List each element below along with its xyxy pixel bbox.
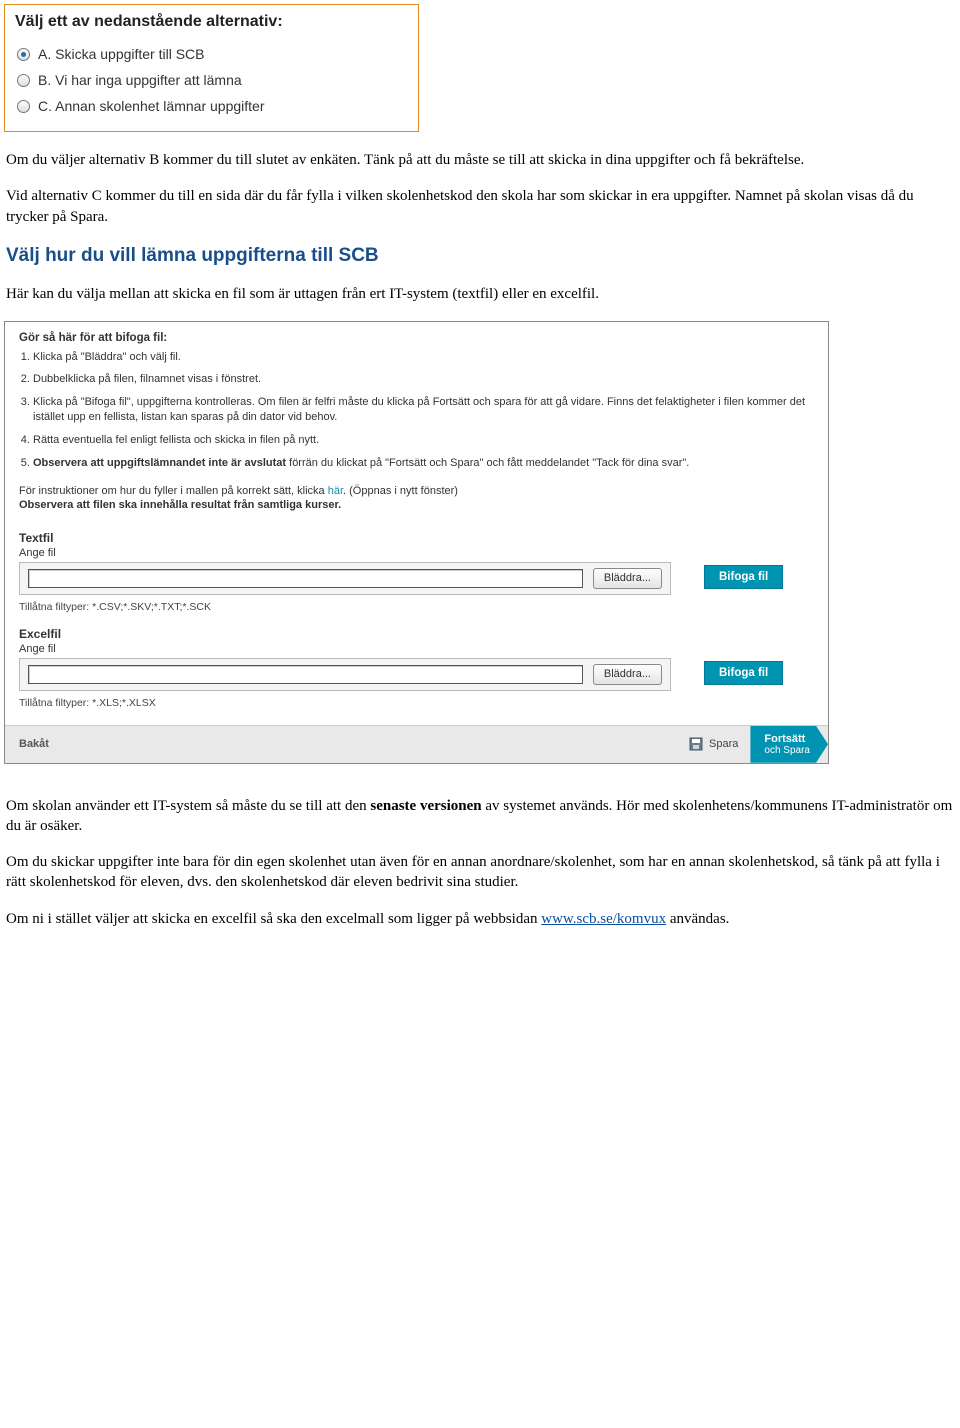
section-heading: Välj hur du vill lämna uppgifterna till …	[6, 243, 954, 269]
textfile-input[interactable]	[28, 569, 583, 588]
option-label: B. Vi har inga uppgifter att lämna	[38, 72, 242, 88]
option-label: C. Annan skolenhet lämnar uppgifter	[38, 98, 264, 114]
paragraph: Om skolan använder ett IT-system så måst…	[6, 796, 954, 837]
instruction-step: Dubbelklicka på filen, filnamnet visas i…	[33, 372, 814, 387]
instruction-step: Klicka på "Bifoga fil", uppgifterna kont…	[33, 395, 814, 425]
textfile-allowed-types: Tillåtna filtyper: *.CSV;*.SKV;*.TXT;*.S…	[19, 601, 814, 613]
instructions-note-bold: Observera att filen ska innehålla result…	[19, 499, 814, 511]
textfile-browse-button[interactable]: Bläddra...	[593, 568, 662, 589]
panel-footer: Bakåt Spara Fortsätt och Spara	[5, 725, 828, 763]
radio-icon	[17, 74, 30, 87]
option-a[interactable]: A. Skicka uppgifter till SCB	[15, 41, 408, 67]
attach-file-panel: Gör så här för att bifoga fil: Klicka på…	[4, 321, 829, 764]
continue-label-2: och Spara	[764, 745, 810, 756]
save-label: Spara	[709, 738, 738, 750]
textfile-label: Ange fil	[19, 547, 814, 559]
instructions-list: Klicka på "Bläddra" och välj fil. Dubbel…	[19, 350, 814, 471]
step5-bold: Observera att uppgiftslämnandet inte är …	[33, 457, 286, 469]
paragraph: Om du väljer alternativ B kommer du till…	[6, 150, 954, 170]
excelfile-label: Ange fil	[19, 643, 814, 655]
option-c[interactable]: C. Annan skolenhet lämnar uppgifter	[15, 93, 408, 119]
paragraph: Vid alternativ C kommer du till en sida …	[6, 186, 954, 227]
excelfile-attach-button[interactable]: Bifoga fil	[704, 661, 783, 685]
paragraph: Om du skickar uppgifter inte bara för di…	[6, 852, 954, 893]
instructions-hint-line: För instruktioner om hur du fyller i mal…	[19, 485, 814, 497]
excelfile-allowed-types: Tillåtna filtyper: *.XLS;*.XLSX	[19, 697, 814, 709]
instruction-step: Rätta eventuella fel enligt fellista och…	[33, 433, 814, 448]
radio-icon	[17, 48, 30, 61]
scb-link[interactable]: www.scb.se/komvux	[541, 911, 666, 927]
textfile-attach-button[interactable]: Bifoga fil	[704, 565, 783, 589]
continue-label-1: Fortsätt	[764, 733, 810, 745]
textfile-header: Textfil	[19, 531, 814, 545]
paragraph: Om ni i stället väljer att skicka en exc…	[6, 909, 954, 929]
alternatives-title: Välj ett av nedanstående alternativ:	[15, 13, 408, 31]
excelfile-input[interactable]	[28, 665, 583, 684]
alternatives-box: Välj ett av nedanstående alternativ: A. …	[4, 4, 419, 132]
excelfile-row: Bläddra...	[19, 658, 671, 691]
instructions-link[interactable]: här	[328, 485, 343, 497]
instructions-title: Gör så här för att bifoga fil:	[19, 332, 814, 344]
radio-icon	[17, 100, 30, 113]
excelfile-browse-button[interactable]: Bläddra...	[593, 664, 662, 685]
instruction-step: Observera att uppgiftslämnandet inte är …	[33, 456, 814, 471]
textfile-row: Bläddra...	[19, 562, 671, 595]
back-button[interactable]: Bakåt	[5, 726, 63, 763]
excelfile-header: Excelfil	[19, 627, 814, 641]
instruction-step: Klicka på "Bläddra" och välj fil.	[33, 350, 814, 365]
step5-rest: förrän du klickat på "Fortsätt och Spara…	[286, 457, 689, 469]
save-button[interactable]: Spara	[689, 726, 750, 763]
option-b[interactable]: B. Vi har inga uppgifter att lämna	[15, 67, 408, 93]
paragraph: Här kan du välja mellan att skicka en fi…	[6, 284, 954, 304]
continue-button[interactable]: Fortsätt och Spara	[750, 726, 828, 763]
option-label: A. Skicka uppgifter till SCB	[38, 46, 205, 62]
save-icon	[689, 737, 703, 751]
